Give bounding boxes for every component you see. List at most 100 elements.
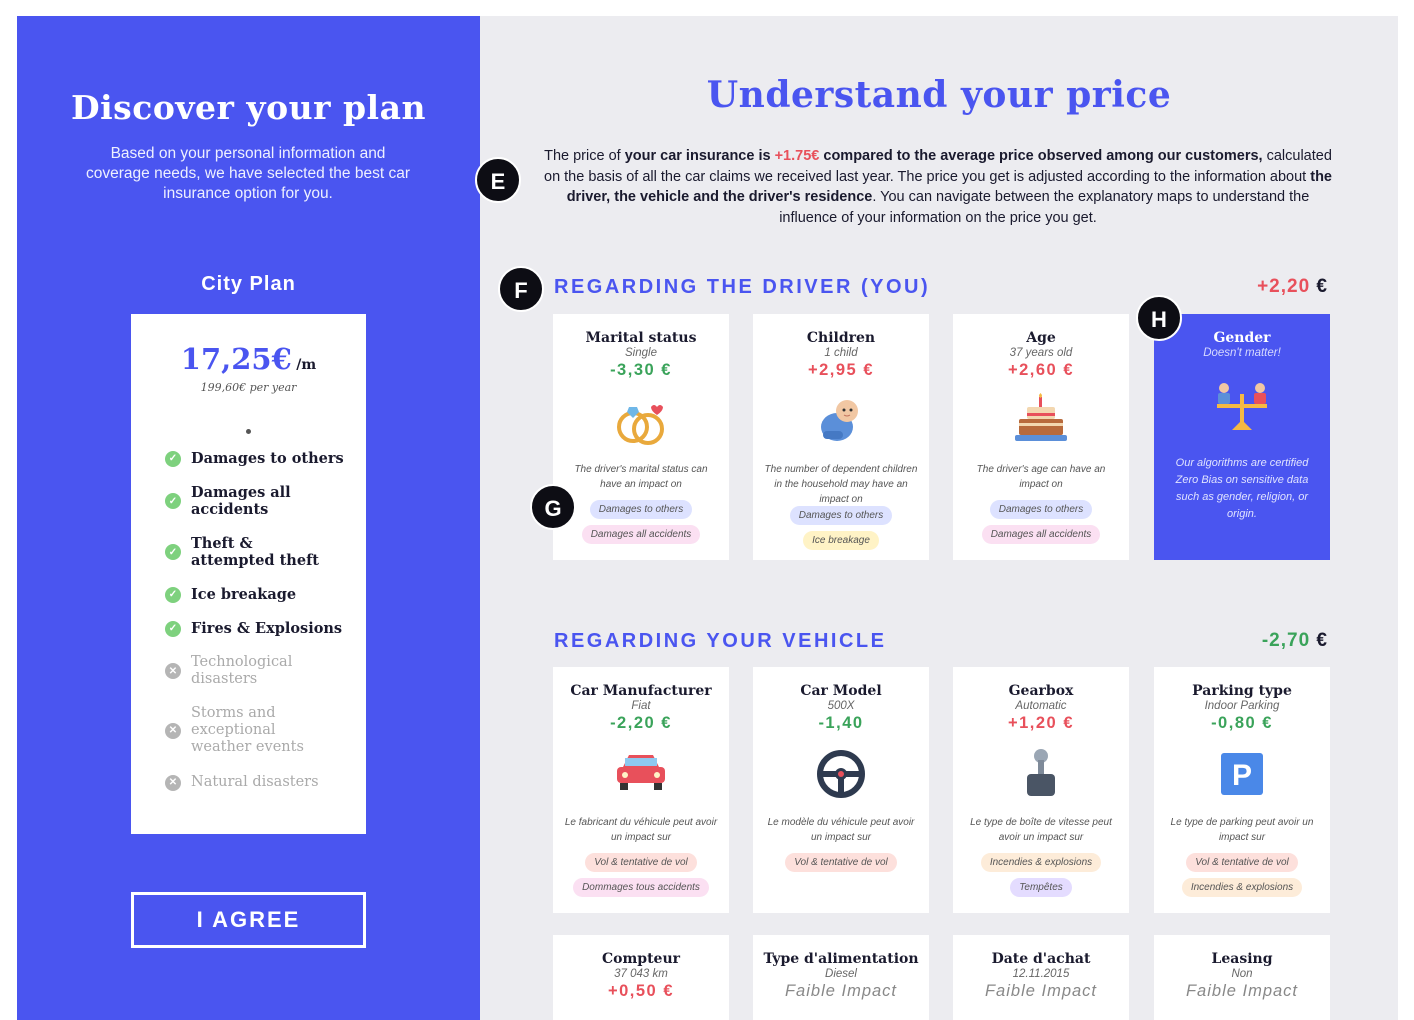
coverage-chip: Damages all accidents (581, 525, 701, 544)
parking-sign-icon: P (1154, 733, 1330, 815)
factor-title: Leasing (1211, 951, 1273, 967)
factor-value: Fiat (631, 700, 651, 712)
factor-title: Children (806, 330, 876, 346)
yearly-price: 199,60€ per year (200, 381, 297, 394)
coverage-label: Technological disasters (191, 654, 293, 687)
factor-description: The number of dependent children in the … (764, 464, 918, 505)
plan-name: City Plan (201, 273, 296, 295)
factor-value: Automatic (1015, 700, 1067, 712)
factor-title: Compteur (601, 951, 680, 967)
plan-panel: Discover your plan Based on your persona… (17, 16, 480, 1020)
annotation-marker-g: G (530, 484, 576, 530)
annotation-marker-e: E (475, 157, 521, 203)
factor-delta: -3,30 € (610, 361, 672, 379)
coverage-chip: Vol & tentative de vol (585, 853, 697, 872)
coverage-item: ✓ Damages to others (165, 450, 355, 467)
factor-title: Parking type (1192, 683, 1292, 699)
driver-section-delta: +2,20 € (1257, 276, 1328, 298)
coverage-chip: Damages all accidents (981, 525, 1101, 544)
driver-factor-card-gender[interactable]: Gender Doesn't matter! Our algorithms ar… (1154, 314, 1330, 560)
driver-section-title: REGARDING THE DRIVER (YOU) (554, 276, 931, 298)
factor-delta: Faible Impact (984, 982, 1098, 1000)
factor-description: Le type de parking peut avoir un impact … (1170, 817, 1314, 843)
coverage-item: ✕ Natural disasters (165, 774, 355, 791)
factor-description: Le type de boîte de vitesse peut avoir u… (970, 817, 1112, 843)
monthly-price: 17,25€ (180, 342, 292, 376)
balance-scale-icon (1154, 359, 1330, 449)
factor-value: 500X (827, 700, 855, 712)
price-panel: Understand your price The price of your … (480, 16, 1398, 1020)
car-icon (553, 733, 729, 815)
agree-button[interactable]: I AGREE (131, 892, 366, 948)
factor-delta: +2,95 € (807, 361, 874, 379)
factor-title: Date d'achat (991, 951, 1091, 967)
plan-card: 17,25€ /m 199,60€ per year ✓ Damages to … (131, 314, 366, 834)
coverage-item: ✕ Storms and exceptional weather events (165, 705, 355, 756)
cross-icon: ✕ (165, 663, 181, 679)
factor-title: Gender (1213, 330, 1271, 346)
driver-delta-value: +2,20 (1257, 276, 1311, 297)
baby-icon (753, 380, 929, 462)
check-icon: ✓ (165, 544, 181, 560)
cross-icon: ✕ (165, 774, 181, 791)
intro-text: The price of (544, 148, 625, 164)
monthly-price-unit: /m (296, 357, 317, 373)
coverage-label: Fires & Explosions (191, 620, 343, 637)
factor-value: 1 child (824, 347, 858, 359)
factor-value: Indoor Parking (1204, 700, 1280, 712)
vehicle-factor-card[interactable]: Gearbox Automatic +1,20 € Le type de boî… (953, 667, 1129, 913)
vehicle-factor-card[interactable]: Type d'alimentation Diesel Faible Impact (753, 935, 929, 1020)
factor-value: Single (625, 347, 657, 359)
annotation-marker-h: H (1136, 295, 1182, 341)
factor-delta: -1,40 (818, 714, 864, 732)
vehicle-factor-card[interactable]: Car Model 500X -1,40 Le modèle du véhicu… (753, 667, 929, 913)
vehicle-factor-card[interactable]: Parking type Indoor Parking -0,80 € P Le… (1154, 667, 1330, 913)
vehicle-section-title: REGARDING YOUR VEHICLE (554, 630, 887, 652)
price-line: 17,25€ /m (131, 342, 366, 376)
factor-delta: Faible Impact (784, 982, 898, 1000)
coverage-label: Damages all accidents (191, 484, 291, 518)
factor-delta: +2,60 € (1007, 361, 1074, 379)
factor-title: Gearbox (1008, 683, 1074, 699)
factor-value: Non (1231, 968, 1253, 980)
coverage-label: Natural disasters (191, 774, 319, 790)
intro-bold: compared to the average price observed a… (819, 148, 1263, 164)
factor-title: Marital status (585, 330, 697, 346)
driver-factor-card[interactable]: Marital status Single -3,30 € The driver… (553, 314, 729, 560)
intro-bold: your car insurance is (624, 148, 775, 164)
vehicle-factor-card[interactable]: Compteur 37 043 km +0,50 € (553, 935, 729, 1020)
coverage-item: ✕ Technological disasters (165, 654, 355, 688)
factor-description: Our algorithms are certified Zero Bias o… (1175, 457, 1309, 520)
coverage-chip: Incendies & explosions (980, 853, 1102, 872)
factor-value: 12.11.2015 (1012, 968, 1070, 980)
coverage-label: Theft & attempted theft (191, 535, 320, 569)
annotation-marker-f: F (498, 266, 544, 312)
driver-delta-currency: € (1316, 276, 1328, 297)
vehicle-factor-card[interactable]: Date d'achat 12.11.2015 Faible Impact (953, 935, 1129, 1020)
driver-factor-card[interactable]: Children 1 child +2,95 € The number of d… (753, 314, 929, 560)
coverage-label: Damages to others (191, 450, 344, 467)
factor-value: Diesel (825, 968, 857, 980)
svg-text:P: P (1232, 759, 1252, 792)
vehicle-factor-card[interactable]: Car Manufacturer Fiat -2,20 € Le fabrica… (553, 667, 729, 913)
factor-delta: -0,80 € (1211, 714, 1273, 732)
rings-icon (553, 380, 729, 462)
factor-value: 37 043 km (614, 968, 668, 980)
price-panel-title: Understand your price (706, 74, 1172, 116)
gear-shift-icon (953, 733, 1129, 815)
coverage-chip: Damages to others (589, 500, 693, 519)
vehicle-factor-card[interactable]: Leasing Non Faible Impact (1154, 935, 1330, 1020)
driver-factor-card[interactable]: Age 37 years old +2,60 € The driver's ag… (953, 314, 1129, 560)
price-explanation: The price of your car insurance is +1.75… (538, 146, 1338, 228)
coverage-item: ✓ Ice breakage (165, 586, 355, 603)
check-icon: ✓ (165, 493, 181, 509)
factor-title: Car Manufacturer (570, 683, 712, 699)
coverage-item: ✓ Damages all accidents (165, 484, 355, 518)
factor-delta: -2,20 € (610, 714, 672, 732)
cross-icon: ✕ (165, 722, 181, 739)
coverage-label: Ice breakage (191, 586, 297, 603)
vehicle-delta-value: -2,70 (1261, 630, 1311, 651)
divider-dot (246, 429, 251, 434)
check-icon: ✓ (165, 586, 181, 603)
cake-icon (953, 380, 1129, 462)
